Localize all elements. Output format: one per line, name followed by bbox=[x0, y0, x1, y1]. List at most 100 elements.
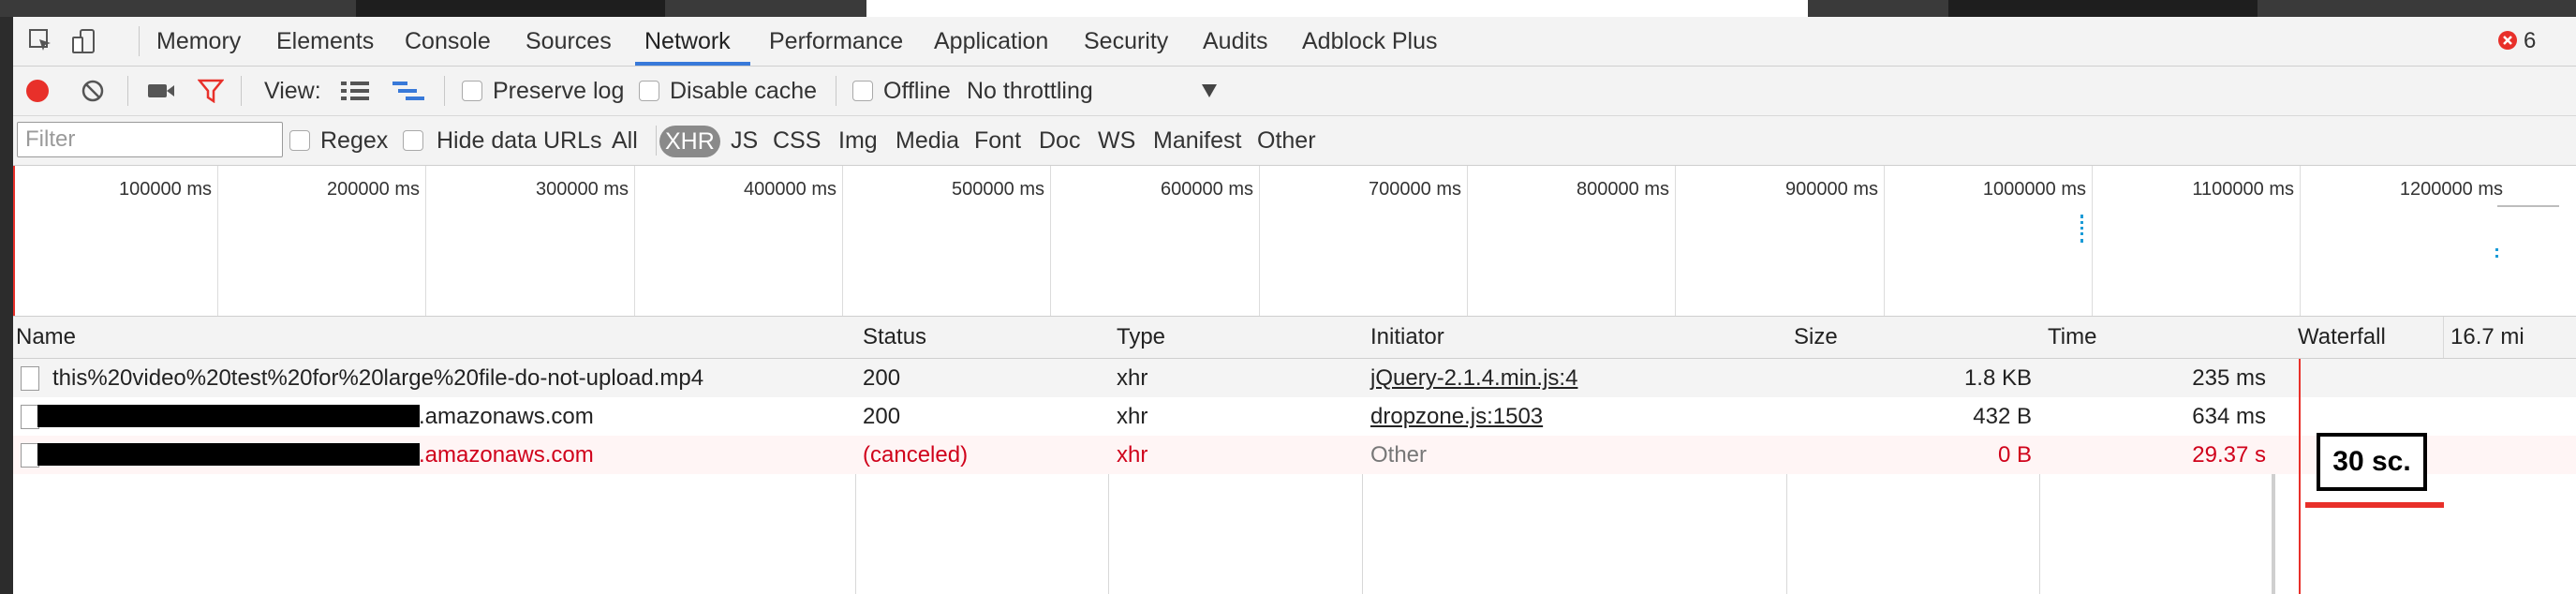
device-toolbar-icon[interactable] bbox=[71, 28, 97, 54]
throttling-select[interactable]: No throttling bbox=[967, 67, 1093, 115]
overview-gridline bbox=[634, 166, 635, 316]
type-filter-media[interactable]: Media bbox=[896, 116, 959, 165]
type-filter-js[interactable]: JS bbox=[731, 116, 758, 165]
overview-tick-label: 1200000 ms bbox=[2399, 179, 2503, 200]
overview-waterfall-icon[interactable] bbox=[392, 80, 424, 102]
tab-network[interactable]: Network bbox=[644, 17, 731, 66]
row-size: 1.8 KB bbox=[1963, 365, 2032, 391]
redacted-hostname bbox=[37, 443, 420, 466]
overview-gridline bbox=[217, 166, 218, 316]
devtools-tab-bar: Memory Elements Console Sources Network … bbox=[13, 17, 2576, 67]
regex-checkbox[interactable] bbox=[289, 130, 310, 151]
tab-console[interactable]: Console bbox=[405, 17, 491, 66]
overview-tick-label: 400000 ms bbox=[744, 179, 836, 200]
regex-label[interactable]: Regex bbox=[320, 116, 388, 165]
file-icon bbox=[21, 366, 39, 391]
offline-label[interactable]: Offline bbox=[883, 67, 951, 115]
row-status: 200 bbox=[863, 404, 901, 429]
tab-adblock-plus[interactable]: Adblock Plus bbox=[1302, 17, 1438, 66]
column-header-time[interactable]: Time bbox=[2048, 317, 2096, 358]
filter-funnel-icon[interactable] bbox=[197, 79, 225, 104]
type-filter-all[interactable]: All bbox=[612, 116, 638, 165]
column-header-type[interactable]: Type bbox=[1117, 317, 1165, 358]
row-size: 0 B bbox=[1997, 442, 2032, 468]
overview-gridline bbox=[2092, 166, 2093, 316]
table-row[interactable]: this%20video%20test%20for%20large%20file… bbox=[13, 359, 2576, 397]
row-name[interactable]: .amazonaws.com bbox=[419, 436, 594, 474]
column-header-name[interactable]: Name bbox=[16, 317, 76, 358]
overview-tick-label: 1000000 ms bbox=[1982, 179, 2086, 200]
type-filter-xhr[interactable]: XHR bbox=[659, 126, 720, 157]
row-time: 29.37 s bbox=[2192, 442, 2266, 468]
record-icon[interactable] bbox=[25, 79, 50, 103]
row-initiator-link[interactable]: jQuery-2.1.4.min.js:4 bbox=[1370, 359, 1577, 397]
hide-data-urls-label[interactable]: Hide data URLs bbox=[437, 116, 601, 165]
tab-memory[interactable]: Memory bbox=[156, 17, 241, 66]
overview-gridline bbox=[1259, 166, 1260, 316]
column-header-status[interactable]: Status bbox=[863, 317, 926, 358]
type-filter-manifest[interactable]: Manifest bbox=[1153, 116, 1241, 165]
top-strip-block bbox=[1948, 0, 2258, 17]
view-label: View: bbox=[264, 78, 321, 104]
overview-window-handle[interactable] bbox=[2497, 205, 2559, 207]
tab-elements[interactable]: Elements bbox=[276, 17, 374, 66]
overview-tick-label: 500000 ms bbox=[952, 179, 1044, 200]
tab-audits[interactable]: Audits bbox=[1203, 17, 1267, 66]
devtools-panel: Memory Elements Console Sources Network … bbox=[13, 17, 2576, 594]
type-filter-css[interactable]: CSS bbox=[773, 116, 821, 165]
overview-gridline bbox=[2300, 166, 2301, 316]
overview-tick-label: 1100000 ms bbox=[2192, 179, 2294, 200]
hide-data-urls-checkbox[interactable] bbox=[403, 130, 423, 151]
waterfall-header-divider bbox=[2443, 317, 2444, 358]
inspect-element-icon[interactable] bbox=[28, 28, 54, 54]
video-camera-icon[interactable] bbox=[147, 81, 175, 101]
offline-checkbox[interactable] bbox=[852, 81, 873, 101]
overview-tick-label: 600000 ms bbox=[1161, 179, 1253, 200]
table-row[interactable]: .amazonaws.com (canceled) xhr Other 0 B … bbox=[13, 436, 2576, 474]
error-count[interactable]: 6 bbox=[2524, 17, 2536, 66]
tab-security[interactable]: Security bbox=[1084, 17, 1168, 66]
overview-request-marker bbox=[2495, 248, 2501, 258]
column-header-size[interactable]: Size bbox=[1794, 317, 1838, 358]
type-filter-doc[interactable]: Doc bbox=[1039, 116, 1080, 165]
toolbar-separator bbox=[127, 76, 128, 106]
overview-gridline bbox=[1675, 166, 1676, 316]
overview-tick-label: 800000 ms bbox=[1577, 179, 1669, 200]
annotation-label-box: 30 sc. bbox=[2317, 433, 2427, 491]
type-filter-img[interactable]: Img bbox=[838, 116, 878, 165]
waterfall-timing-line bbox=[2299, 359, 2301, 594]
clear-icon[interactable] bbox=[81, 79, 105, 103]
overview-tick-label: 900000 ms bbox=[1785, 179, 1878, 200]
type-filter-font[interactable]: Font bbox=[974, 116, 1021, 165]
error-icon[interactable] bbox=[2497, 30, 2518, 51]
throttling-dropdown-arrow-icon[interactable] bbox=[1202, 84, 1217, 97]
row-type: xhr bbox=[1117, 404, 1148, 429]
toolbar-separator bbox=[241, 76, 242, 106]
redacted-hostname bbox=[37, 405, 420, 427]
tab-sources[interactable]: Sources bbox=[526, 17, 612, 66]
waterfall-time-scale: 16.7 mi bbox=[2450, 324, 2524, 349]
tab-application[interactable]: Application bbox=[934, 17, 1048, 66]
table-row[interactable]: .amazonaws.com 200 xhr dropzone.js:1503 … bbox=[13, 397, 2576, 436]
large-rows-icon[interactable] bbox=[341, 80, 369, 102]
network-overview-timeline[interactable]: 100000 ms 200000 ms 300000 ms 400000 ms … bbox=[13, 166, 2576, 317]
tab-performance[interactable]: Performance bbox=[769, 17, 903, 66]
row-name[interactable]: this%20video%20test%20for%20large%20file… bbox=[52, 359, 703, 397]
type-filter-ws[interactable]: WS bbox=[1098, 116, 1135, 165]
type-filter-other[interactable]: Other bbox=[1257, 116, 1316, 165]
disable-cache-checkbox[interactable] bbox=[639, 81, 659, 101]
disable-cache-label[interactable]: Disable cache bbox=[670, 67, 817, 115]
row-name[interactable]: .amazonaws.com bbox=[419, 397, 594, 436]
requests-table: Name Status Type Initiator Size Time Wat… bbox=[13, 317, 2576, 594]
row-time: 235 ms bbox=[2192, 365, 2266, 391]
row-initiator-link[interactable]: dropzone.js:1503 bbox=[1370, 397, 1543, 436]
filter-input[interactable] bbox=[17, 122, 283, 157]
preserve-log-label[interactable]: Preserve log bbox=[493, 67, 624, 115]
overview-gridline bbox=[1467, 166, 1468, 316]
overview-tick-label: 100000 ms bbox=[119, 179, 212, 200]
table-header: Name Status Type Initiator Size Time Wat… bbox=[13, 317, 2576, 359]
preserve-log-checkbox[interactable] bbox=[462, 81, 482, 101]
column-header-waterfall[interactable]: Waterfall bbox=[2298, 317, 2386, 358]
row-status: (canceled) bbox=[863, 442, 969, 468]
column-header-initiator[interactable]: Initiator bbox=[1370, 317, 1444, 358]
